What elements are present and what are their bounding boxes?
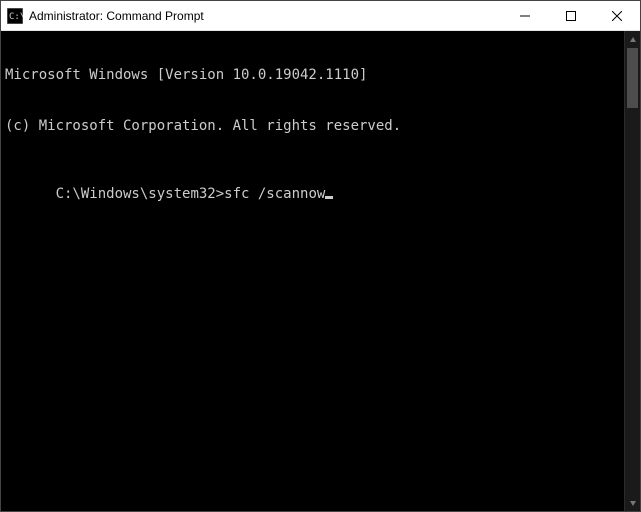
client-area: Microsoft Windows [Version 10.0.19042.11… <box>1 31 640 511</box>
window-controls <box>502 1 640 30</box>
close-button[interactable] <box>594 1 640 30</box>
title-bar[interactable]: C:\ Administrator: Command Prompt <box>1 1 640 31</box>
scrollbar-track[interactable] <box>625 48 640 494</box>
command-prompt-window: C:\ Administrator: Command Prompt Micros… <box>0 0 641 512</box>
minimize-button[interactable] <box>502 1 548 30</box>
output-line: Microsoft Windows [Version 10.0.19042.11… <box>5 67 620 84</box>
scroll-up-button[interactable] <box>625 31 641 48</box>
window-title: Administrator: Command Prompt <box>29 9 204 23</box>
scrollbar-thumb[interactable] <box>627 48 638 108</box>
output-line: (c) Microsoft Corporation. All rights re… <box>5 118 620 135</box>
scroll-down-button[interactable] <box>625 494 641 511</box>
terminal-output[interactable]: Microsoft Windows [Version 10.0.19042.11… <box>1 31 624 511</box>
command-prompt-icon: C:\ <box>7 8 23 24</box>
command-input[interactable]: sfc /scannow <box>224 186 325 202</box>
vertical-scrollbar[interactable] <box>624 31 640 511</box>
cursor-icon <box>325 196 333 199</box>
prompt: C:\Windows\system32> <box>56 186 225 202</box>
svg-text:C:\: C:\ <box>9 12 23 22</box>
maximize-button[interactable] <box>548 1 594 30</box>
